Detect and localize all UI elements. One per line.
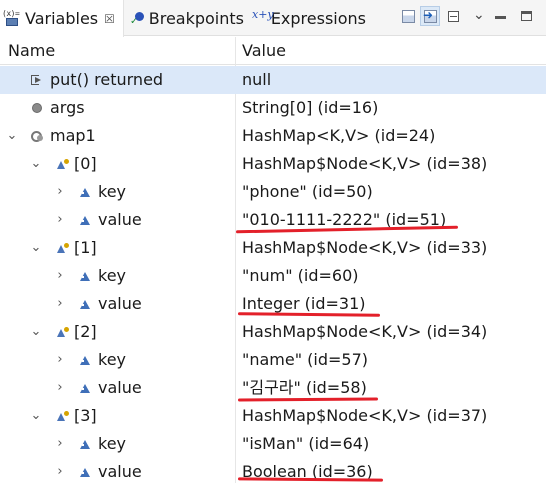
table-header: Name Value bbox=[0, 37, 546, 65]
expand-chevron-icon[interactable]: › bbox=[54, 346, 66, 374]
variable-name: [1] bbox=[74, 238, 97, 257]
variable-name: key bbox=[98, 182, 127, 201]
variable-value: HashMap$Node<K,V> (id=38) bbox=[242, 154, 488, 173]
expand-chevron-icon[interactable]: › bbox=[54, 430, 66, 458]
expression-icon: x+y bbox=[252, 8, 274, 26]
expressions-glyph: x+y bbox=[252, 8, 274, 21]
minimize-icon bbox=[495, 16, 506, 19]
column-header-name[interactable]: Name bbox=[8, 37, 55, 65]
field-icon bbox=[56, 410, 70, 422]
variable-name: args bbox=[50, 98, 85, 117]
debug-view-tab-bar: (x)= Variables ☒ ✓ Breakpoints x+y Expre… bbox=[0, 0, 546, 37]
variable-value: HashMap$Node<K,V> (id=34) bbox=[242, 322, 488, 341]
show-logical-structure-button[interactable]: ➜ bbox=[420, 6, 440, 26]
field-icon bbox=[78, 382, 92, 394]
variables-tree: put() returned null args String[0] (id=1… bbox=[0, 66, 546, 483]
variable-name: key bbox=[98, 434, 127, 453]
tab-breakpoints[interactable]: ✓ Breakpoints bbox=[126, 0, 244, 36]
variable-name: map1 bbox=[50, 126, 96, 145]
variable-value: "num" (id=60) bbox=[242, 266, 359, 285]
tree-row-entry-1[interactable]: ⌄ [1] HashMap$Node<K,V> (id=33) bbox=[0, 234, 546, 262]
tree-row-entry-3[interactable]: ⌄ [3] HashMap$Node<K,V> (id=37) bbox=[0, 402, 546, 430]
maximize-icon bbox=[521, 11, 532, 21]
expand-chevron-icon[interactable]: › bbox=[54, 206, 66, 234]
variable-name: value bbox=[98, 294, 142, 313]
method-return-icon bbox=[30, 74, 44, 86]
collapse-chevron-icon[interactable]: ⌄ bbox=[30, 402, 42, 430]
tab-label-variables: Variables bbox=[25, 9, 99, 28]
tree-row-map1[interactable]: ⌄ map1 HashMap<K,V> (id=24) bbox=[0, 122, 546, 150]
variable-name: key bbox=[98, 266, 127, 285]
collapse-chevron-icon[interactable]: ⌄ bbox=[6, 122, 18, 150]
field-icon bbox=[78, 186, 92, 198]
variables-view-icon: (x)= bbox=[2, 8, 22, 28]
view-menu-button[interactable]: ⌄ bbox=[467, 6, 487, 26]
field-icon bbox=[78, 466, 92, 478]
field-icon bbox=[78, 354, 92, 366]
column-header-value[interactable]: Value bbox=[242, 37, 286, 65]
collapse-chevron-icon[interactable]: ⌄ bbox=[30, 318, 42, 346]
tree-row-put-returned[interactable]: put() returned null bbox=[0, 66, 546, 94]
field-icon bbox=[78, 270, 92, 282]
tree-row-args[interactable]: args String[0] (id=16) bbox=[0, 94, 546, 122]
tab-label-expressions: Expressions bbox=[270, 8, 366, 28]
variable-name: key bbox=[98, 350, 127, 369]
variable-value: null bbox=[242, 70, 272, 89]
expand-chevron-icon[interactable]: › bbox=[54, 374, 66, 402]
variable-value: String[0] (id=16) bbox=[242, 98, 379, 117]
variable-value: HashMap$Node<K,V> (id=33) bbox=[242, 238, 488, 257]
variable-value: HashMap$Node<K,V> (id=37) bbox=[242, 406, 488, 425]
expand-chevron-icon[interactable]: › bbox=[54, 458, 66, 483]
tree-row-key[interactable]: › key "phone" (id=50) bbox=[0, 178, 546, 206]
tab-label-breakpoints: Breakpoints bbox=[148, 8, 244, 28]
expand-chevron-icon[interactable]: › bbox=[54, 262, 66, 290]
variable-name: put() returned bbox=[50, 70, 164, 89]
collapse-all-icon bbox=[448, 11, 459, 22]
close-tab-icon[interactable]: ☒ bbox=[104, 12, 115, 26]
tree-row-key[interactable]: › key "num" (id=60) bbox=[0, 262, 546, 290]
collapse-all-button[interactable] bbox=[443, 6, 463, 26]
variables-glyph: (x)= bbox=[2, 8, 20, 18]
show-type-names-button[interactable] bbox=[398, 6, 418, 26]
maximize-button[interactable] bbox=[516, 6, 536, 26]
local-variable-icon bbox=[30, 102, 44, 114]
variable-name: [0] bbox=[74, 154, 97, 173]
field-icon bbox=[78, 214, 92, 226]
minimize-button[interactable] bbox=[490, 6, 510, 26]
local-variable-icon bbox=[30, 130, 44, 142]
view-menu-icon: ⌄ bbox=[473, 7, 485, 23]
field-icon bbox=[56, 326, 70, 338]
show-type-names-icon bbox=[402, 10, 415, 23]
tab-expressions[interactable]: x+y Expressions bbox=[248, 0, 366, 36]
tree-row-entry-0[interactable]: ⌄ [0] HashMap$Node<K,V> (id=38) bbox=[0, 150, 546, 178]
variable-name: value bbox=[98, 462, 142, 481]
variable-name: value bbox=[98, 210, 142, 229]
collapse-chevron-icon[interactable]: ⌄ bbox=[30, 234, 42, 262]
tree-row-entry-2[interactable]: ⌄ [2] HashMap$Node<K,V> (id=34) bbox=[0, 318, 546, 346]
variable-value: "isMan" (id=64) bbox=[242, 434, 370, 453]
breakpoint-icon: ✓ bbox=[130, 10, 146, 27]
field-icon bbox=[78, 438, 92, 450]
variable-value: "phone" (id=50) bbox=[242, 182, 373, 201]
variable-name: value bbox=[98, 378, 142, 397]
collapse-chevron-icon[interactable]: ⌄ bbox=[30, 150, 42, 178]
variable-name: [2] bbox=[74, 322, 97, 341]
expand-chevron-icon[interactable]: › bbox=[54, 290, 66, 318]
variable-name: [3] bbox=[74, 406, 97, 425]
field-icon bbox=[56, 158, 70, 170]
variable-value: HashMap<K,V> (id=24) bbox=[242, 126, 436, 145]
tree-row-key[interactable]: › key "name" (id=57) bbox=[0, 346, 546, 374]
expand-chevron-icon[interactable]: › bbox=[54, 178, 66, 206]
tree-row-key[interactable]: › key "isMan" (id=64) bbox=[0, 430, 546, 458]
field-icon bbox=[56, 242, 70, 254]
field-icon bbox=[78, 298, 92, 310]
tab-variables[interactable]: (x)= Variables ☒ bbox=[0, 0, 124, 37]
variable-value: "name" (id=57) bbox=[242, 350, 369, 369]
